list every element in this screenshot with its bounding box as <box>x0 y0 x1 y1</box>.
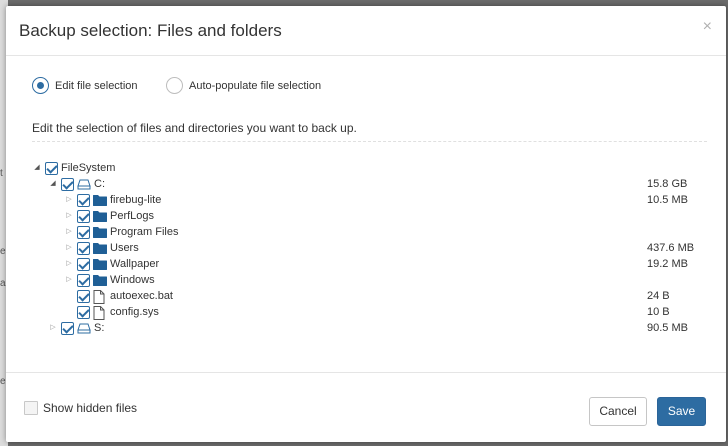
cancel-button[interactable]: Cancel <box>589 397 647 426</box>
divider <box>32 141 707 142</box>
radio-button-selected[interactable] <box>32 77 49 94</box>
tree-node[interactable]: ▷ Users <box>64 240 139 256</box>
tree-node-checkbox[interactable] <box>77 225 90 239</box>
collapsed-arrow-icon[interactable]: ▷ <box>48 322 58 334</box>
tree-node-checkbox[interactable] <box>77 305 90 319</box>
tree-node[interactable]: autoexec.bat <box>64 288 173 304</box>
instructions-text: Edit the selection of files and director… <box>32 121 357 135</box>
show-hidden-files-label: Show hidden files <box>43 401 138 415</box>
collapsed-arrow-icon[interactable]: ▷ <box>64 274 74 286</box>
tree-node-size: 10 B <box>647 306 670 318</box>
tree-node-label: Users <box>110 242 139 254</box>
tree-node-size: 15.8 GB <box>647 178 688 190</box>
radio-auto-populate[interactable]: Auto-populate file selection <box>166 77 321 94</box>
radio-edit-file-selection[interactable]: Edit file selection <box>32 77 138 94</box>
dialog-title: Backup selection: Files and folders <box>19 21 282 40</box>
radio-label: Edit file selection <box>55 79 138 92</box>
show-hidden-files-checkbox[interactable] <box>24 401 38 415</box>
tree-node[interactable]: ▷ Windows <box>64 272 155 288</box>
tree-node-label: Windows <box>110 274 155 286</box>
drive-icon <box>77 322 91 334</box>
folder-icon <box>93 258 107 270</box>
radio-button[interactable] <box>166 77 183 94</box>
tree-node[interactable]: config.sys <box>64 304 159 320</box>
radio-label: Auto-populate file selection <box>189 79 322 92</box>
show-hidden-files-option[interactable]: Show hidden files <box>24 401 137 415</box>
tree-node-checkbox[interactable] <box>77 193 90 207</box>
tree-node-label: PerfLogs <box>110 210 155 222</box>
folder-icon <box>93 274 107 286</box>
expanded-arrow-icon[interactable]: ◢ <box>32 162 42 174</box>
tree-node[interactable]: ▷ firebug-lite <box>64 192 161 208</box>
tree-node[interactable]: ▷ Program Files <box>64 224 178 240</box>
collapsed-arrow-icon[interactable]: ▷ <box>64 242 74 254</box>
folder-icon <box>93 210 107 222</box>
backup-selection-dialog: Backup selection: Files and folders × Ed… <box>6 6 726 442</box>
tree-node-checkbox[interactable] <box>77 273 90 287</box>
collapsed-arrow-icon[interactable]: ▷ <box>64 258 74 270</box>
tree-node[interactable]: ▷ S: <box>48 320 104 336</box>
collapsed-arrow-icon[interactable]: ▷ <box>64 210 74 222</box>
tree-node-label: FileSystem <box>61 162 116 174</box>
folder-icon <box>93 242 107 254</box>
tree-node-checkbox[interactable] <box>77 257 90 271</box>
tree-node-label: config.sys <box>110 306 159 318</box>
tree-node-size: 10.5 MB <box>647 194 688 206</box>
tree-node-label: autoexec.bat <box>110 290 173 302</box>
dialog-header: Backup selection: Files and folders × <box>6 6 726 56</box>
tree-node-label: S: <box>94 322 105 334</box>
close-icon[interactable]: × <box>703 19 712 35</box>
tree-node[interactable]: ▷ PerfLogs <box>64 208 154 224</box>
folder-icon <box>93 226 107 238</box>
tree-node[interactable]: ◢ C: <box>48 176 105 192</box>
tree-node-size: 90.5 MB <box>647 322 688 334</box>
tree-node-size: 437.6 MB <box>647 242 695 254</box>
folder-icon <box>93 194 107 206</box>
tree-node-label: firebug-lite <box>110 194 162 206</box>
tree-node-checkbox[interactable] <box>77 241 90 255</box>
tree-node-label: Wallpaper <box>110 258 160 270</box>
dialog-footer: Show hidden files Cancel Save <box>6 372 726 442</box>
tree-node-checkbox[interactable] <box>45 161 58 175</box>
drive-icon <box>77 178 91 190</box>
tree-node-size: 19.2 MB <box>647 258 688 270</box>
tree-node-size: 24 B <box>647 290 670 302</box>
tree-node-checkbox[interactable] <box>77 209 90 223</box>
collapsed-arrow-icon[interactable]: ▷ <box>64 194 74 206</box>
file-icon <box>93 290 107 304</box>
save-button[interactable]: Save <box>657 397 706 426</box>
tree-node[interactable]: ▷ Wallpaper <box>64 256 159 272</box>
file-icon <box>93 306 107 320</box>
tree-node-checkbox[interactable] <box>61 177 74 191</box>
tree-node-label: C: <box>94 178 105 190</box>
tree-node[interactable]: ◢ FileSystem <box>32 160 115 176</box>
tree-node-label: Program Files <box>110 226 179 238</box>
tree-node-checkbox[interactable] <box>61 321 74 335</box>
tree-node-checkbox[interactable] <box>77 289 90 303</box>
collapsed-arrow-icon[interactable]: ▷ <box>64 226 74 238</box>
expanded-arrow-icon[interactable]: ◢ <box>48 178 58 190</box>
